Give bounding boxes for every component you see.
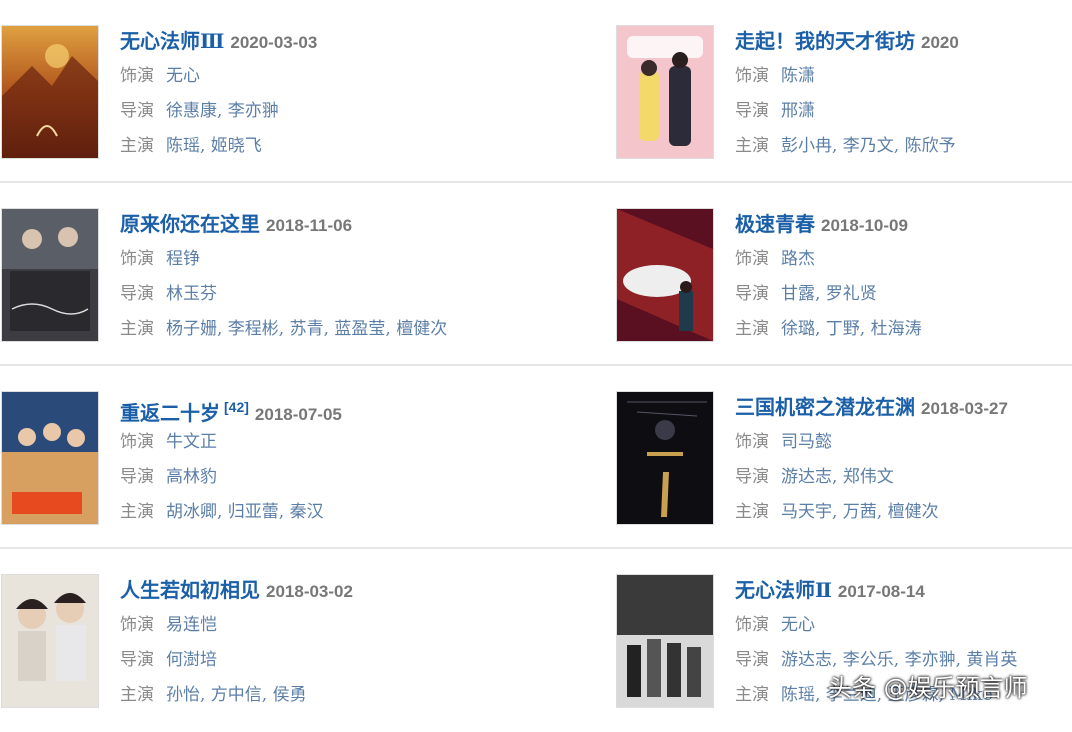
- citation-link[interactable]: [42]: [224, 399, 249, 415]
- film-card: 无心法师Ⅲ 2020-03-03 饰演 无心 导演 徐惠康, 李亦翀 主演 陈瑶, 姬晓…: [0, 24, 520, 160]
- stars-value[interactable]: 徐璐, 丁野, 杜海涛: [781, 319, 922, 339]
- director-value[interactable]: 邢潇: [781, 101, 815, 121]
- role-label: 饰演: [120, 432, 154, 452]
- poster-image[interactable]: [2, 392, 98, 524]
- stars-value[interactable]: 马天宇, 万茜, 檀健次: [781, 502, 939, 522]
- film-card: 极速青春 2018-10-09 饰演 路杰 导演 甘露, 罗礼贤 主演 徐璐, 丁野, …: [615, 207, 1072, 343]
- role-label: 饰演: [120, 249, 154, 269]
- stars-label: 主演: [120, 319, 154, 339]
- director-value[interactable]: 高林豹: [166, 467, 217, 487]
- director-value[interactable]: 林玉芬: [166, 284, 217, 304]
- release-date: 2020-03-03: [230, 33, 318, 52]
- film-card: 重返二十岁 [42] 2018-07-05 饰演 牛文正 导演 高林豹 主演 胡冰卿, 归…: [0, 390, 520, 526]
- stars-label: 主演: [735, 319, 769, 339]
- release-date: 2018-03-02: [266, 582, 353, 601]
- film-card: 走起！我的天才街坊 2020 饰演 陈潇 导演 邢潇 主演 彭小冉, 李乃文, 陈欣予: [615, 24, 1072, 160]
- director-value[interactable]: 甘露, 罗礼贤: [781, 284, 877, 304]
- director-value[interactable]: 何澍培: [166, 650, 217, 670]
- director-label: 导演: [120, 101, 154, 121]
- poster-image[interactable]: [2, 209, 98, 341]
- film-title[interactable]: 无心法师Ⅱ: [735, 578, 832, 602]
- filmography-row: 无心法师Ⅲ 2020-03-03 饰演 无心 导演 徐惠康, 李亦翀 主演 陈瑶, 姬晓…: [0, 0, 1072, 183]
- role-value[interactable]: 路杰: [781, 249, 815, 269]
- film-title[interactable]: 三国机密之潜龙在渊: [735, 395, 915, 419]
- film-card: 三国机密之潜龙在渊 2018-03-27 饰演 司马懿 导演 游达志, 郑伟文 主演马…: [615, 390, 1072, 526]
- stars-value[interactable]: 孙怡, 方中信, 侯勇: [166, 685, 307, 705]
- poster-image[interactable]: [617, 392, 713, 524]
- role-value[interactable]: 程铮: [166, 249, 200, 269]
- director-label: 导演: [735, 284, 769, 304]
- role-value[interactable]: 无心: [781, 615, 815, 635]
- role-label: 饰演: [735, 432, 769, 452]
- release-date: 2020: [921, 33, 959, 52]
- release-date: 2017-08-14: [837, 582, 925, 601]
- role-value[interactable]: 牛文正: [166, 432, 217, 452]
- stars-value[interactable]: 杨子姗, 李程彬, 苏青, 蓝盈莹, 檀健次: [166, 319, 447, 339]
- stars-label: 主演: [735, 685, 769, 705]
- role-value[interactable]: 陈潇: [781, 66, 815, 86]
- stars-value[interactable]: 彭小冉, 李乃文, 陈欣予: [781, 136, 956, 156]
- stars-label: 主演: [735, 136, 769, 156]
- director-value[interactable]: 游达志, 李公乐, 李亦翀, 黄肖英: [781, 650, 1017, 670]
- director-label: 导演: [735, 101, 769, 121]
- role-value[interactable]: 无心: [166, 66, 200, 86]
- filmography-row: 人生若如初相见 2018-03-02 饰演 易连恺 导演 何澍培 主演 孙怡, 方中信,…: [0, 549, 1072, 732]
- director-label: 导演: [120, 650, 154, 670]
- stars-value[interactable]: 胡冰卿, 归亚蕾, 秦汉: [166, 502, 324, 522]
- film-title[interactable]: 原来你还在这里: [120, 212, 260, 236]
- role-value[interactable]: 易连恺: [166, 615, 217, 635]
- filmography-row: 原来你还在这里 2018-11-06 饰演 程铮 导演 林玉芬 主演 杨子姗, 李程彬,…: [0, 183, 1072, 366]
- release-date: 2018-07-05: [254, 405, 342, 424]
- role-label: 饰演: [120, 66, 154, 86]
- stars-label: 主演: [120, 136, 154, 156]
- stars-label: 主演: [120, 502, 154, 522]
- poster-image[interactable]: [2, 26, 98, 158]
- release-date: 2018-11-06: [266, 216, 353, 235]
- director-label: 导演: [735, 650, 769, 670]
- poster-image[interactable]: [617, 209, 713, 341]
- poster-image[interactable]: [2, 575, 98, 707]
- director-value[interactable]: 徐惠康, 李亦翀: [166, 101, 279, 121]
- watermark-text: 头条 @娱乐预言师: [828, 674, 1028, 702]
- director-label: 导演: [120, 467, 154, 487]
- role-label: 饰演: [735, 66, 769, 86]
- stars-value[interactable]: 陈瑶, 姬晓飞: [166, 136, 262, 156]
- filmography-row: 重返二十岁 [42] 2018-07-05 饰演 牛文正 导演 高林豹 主演 胡冰卿, 归…: [0, 366, 1072, 549]
- director-label: 导演: [735, 467, 769, 487]
- director-label: 导演: [120, 284, 154, 304]
- release-date: 2018-03-27: [921, 399, 1008, 418]
- film-title[interactable]: 重返二十岁: [120, 401, 220, 425]
- film-card: 人生若如初相见 2018-03-02 饰演 易连恺 导演 何澍培 主演 孙怡, 方中信,…: [0, 573, 520, 709]
- release-date: 2018-10-09: [821, 216, 908, 235]
- film-card: 原来你还在这里 2018-11-06 饰演 程铮 导演 林玉芬 主演 杨子姗, 李程彬,…: [0, 207, 520, 343]
- film-title[interactable]: 极速青春: [735, 212, 815, 236]
- poster-image[interactable]: [617, 575, 713, 707]
- role-label: 饰演: [120, 615, 154, 635]
- film-title[interactable]: 走起！我的天才街坊: [735, 29, 915, 53]
- poster-image[interactable]: [617, 26, 713, 158]
- stars-label: 主演: [120, 685, 154, 705]
- film-title[interactable]: 无心法师Ⅲ: [120, 29, 224, 53]
- director-value[interactable]: 游达志, 郑伟文: [781, 467, 894, 487]
- role-label: 饰演: [735, 249, 769, 269]
- film-title[interactable]: 人生若如初相见: [120, 578, 260, 602]
- role-value[interactable]: 司马懿: [781, 432, 832, 452]
- stars-label: 主演: [735, 502, 769, 522]
- filmography-grid: 无心法师Ⅲ 2020-03-03 饰演 无心 导演 徐惠康, 李亦翀 主演 陈瑶, 姬晓…: [0, 0, 1072, 732]
- role-label: 饰演: [735, 615, 769, 635]
